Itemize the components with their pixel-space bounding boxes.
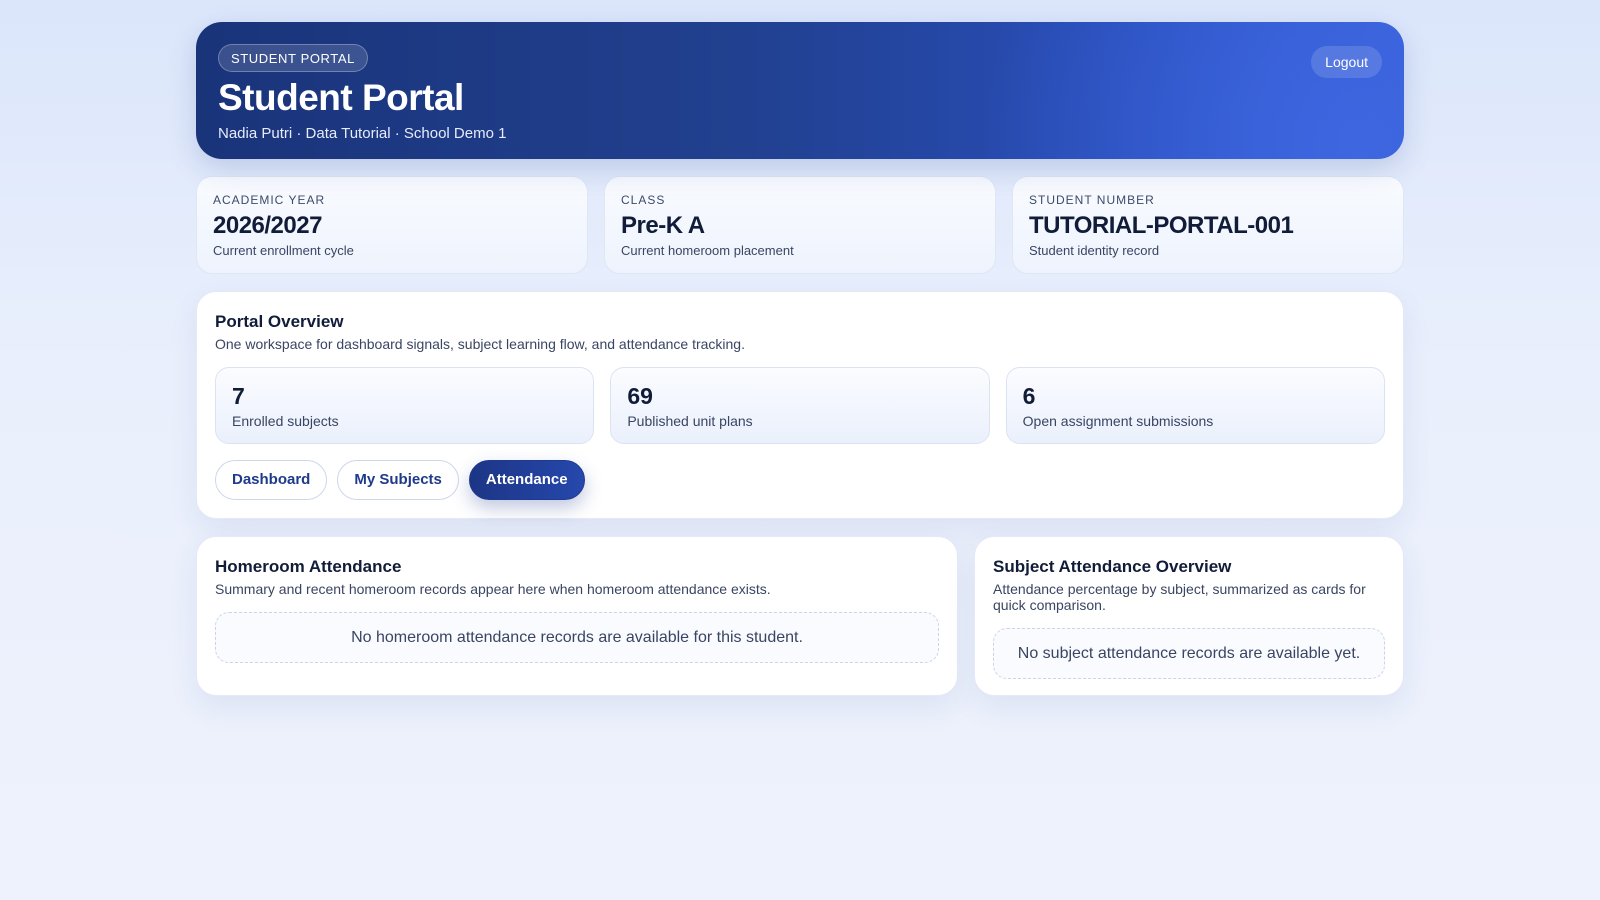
subject-attendance-title: Subject Attendance Overview — [993, 557, 1232, 576]
metric-value: 6 — [1022, 383, 1036, 409]
tab-attendance[interactable]: Attendance — [468, 460, 585, 500]
metric-card-enrolled-subjects: 7 Enrolled subjects — [215, 367, 595, 444]
homeroom-attendance-panel: Homeroom Attendance Summary and recent h… — [196, 536, 958, 696]
portal-overview-panel: Portal Overview One workspace for dashbo… — [196, 291, 1404, 519]
metric-label: Enrolled subjects — [232, 413, 339, 429]
subject-attendance-empty-state: No subject attendance records are availa… — [993, 628, 1385, 679]
homeroom-empty-state: No homeroom attendance records are avail… — [215, 612, 939, 663]
metric-value: 69 — [627, 383, 653, 409]
stat-value: 2026/2027 — [213, 212, 322, 239]
portal-tabs: Dashboard My Subjects Attendance — [215, 460, 1385, 500]
header-badge: STUDENT PORTAL — [218, 44, 368, 72]
student-info-cards: ACADEMIC YEAR 2026/2027 Current enrollme… — [196, 176, 1404, 274]
metric-card-unit-plans: 69 Published unit plans — [610, 367, 990, 444]
subject-attendance-description: Attendance percentage by subject, summar… — [993, 581, 1366, 613]
stat-label: ACADEMIC YEAR — [213, 193, 326, 207]
stat-card-class: CLASS Pre-K A Current homeroom placement — [604, 176, 996, 274]
stat-card-academic-year: ACADEMIC YEAR 2026/2027 Current enrollme… — [196, 176, 588, 274]
logout-button[interactable]: Logout — [1311, 46, 1382, 78]
overview-title: Portal Overview — [215, 312, 344, 331]
homeroom-title: Homeroom Attendance — [215, 557, 402, 576]
stat-label: CLASS — [621, 193, 666, 207]
portal-header: STUDENT PORTAL Student Portal Nadia Putr… — [196, 22, 1404, 159]
metric-label: Published unit plans — [627, 413, 753, 429]
stat-label: STUDENT NUMBER — [1029, 193, 1155, 207]
stat-note: Student identity record — [1029, 243, 1160, 258]
page-title: Student Portal — [218, 77, 464, 118]
header-subtitle: Nadia Putri · Data Tutorial · School Dem… — [218, 125, 507, 142]
stat-value: TUTORIAL-PORTAL-001 — [1029, 212, 1294, 239]
tab-my-subjects[interactable]: My Subjects — [337, 460, 459, 500]
subject-attendance-panel: Subject Attendance Overview Attendance p… — [974, 536, 1404, 696]
stat-card-student-number: STUDENT NUMBER TUTORIAL-PORTAL-001 Stude… — [1012, 176, 1404, 274]
homeroom-description: Summary and recent homeroom records appe… — [215, 581, 771, 597]
metric-label: Open assignment submissions — [1022, 413, 1214, 429]
metric-card-open-submissions: 6 Open assignment submissions — [1005, 367, 1385, 444]
metric-value: 7 — [232, 383, 245, 409]
stat-value: Pre-K A — [621, 212, 705, 239]
tab-dashboard[interactable]: Dashboard — [215, 460, 328, 500]
overview-description: One workspace for dashboard signals, sub… — [215, 336, 745, 352]
stat-note: Current enrollment cycle — [213, 243, 354, 258]
overview-metrics: 7 Enrolled subjects 69 Published unit pl… — [215, 367, 1385, 444]
attendance-section: Homeroom Attendance Summary and recent h… — [196, 536, 1404, 696]
stat-note: Current homeroom placement — [621, 243, 794, 258]
page-container: STUDENT PORTAL Student Portal Nadia Putr… — [196, 22, 1404, 696]
